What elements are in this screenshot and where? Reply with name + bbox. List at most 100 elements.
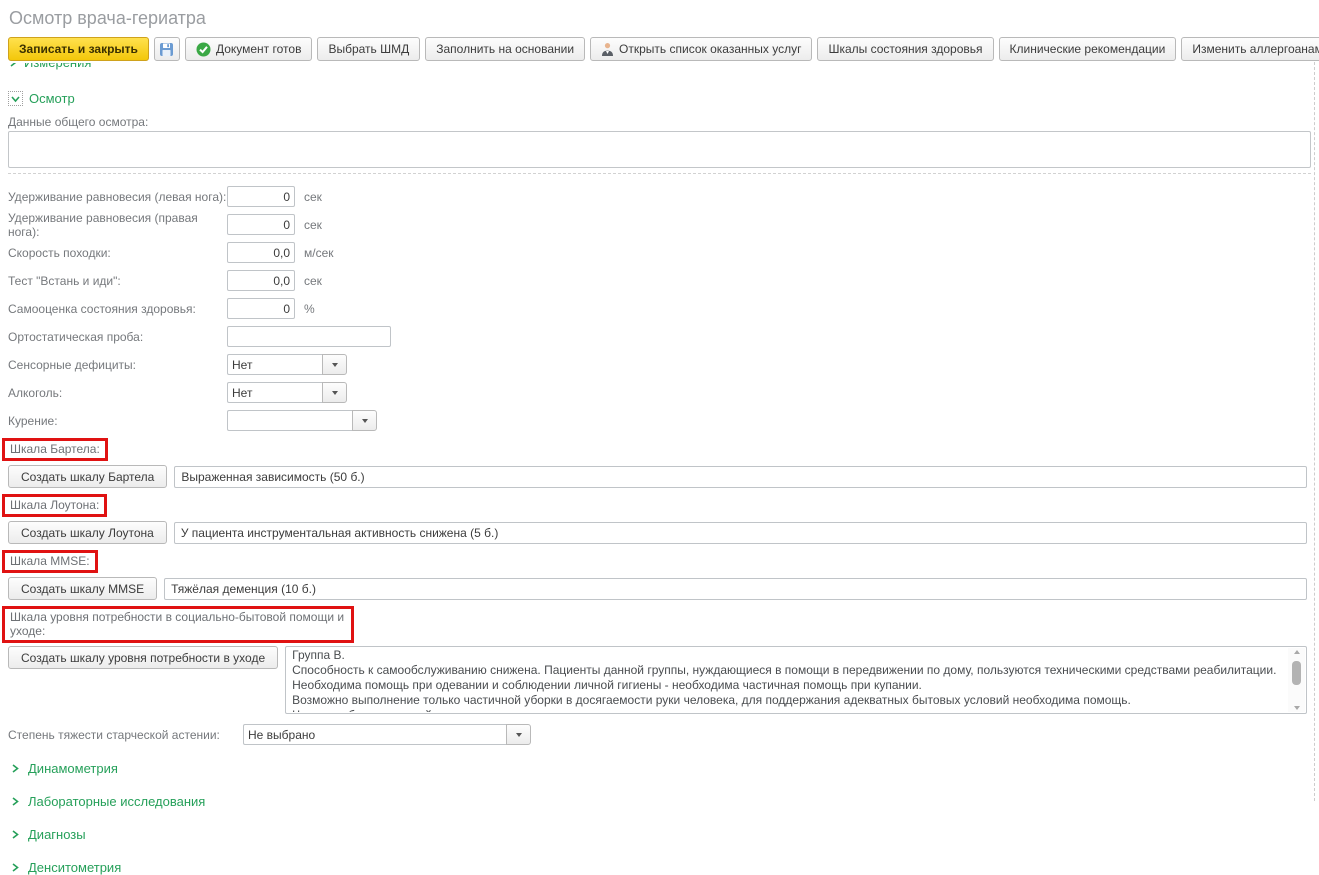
document-ready-label: Документ готов xyxy=(216,42,302,56)
section-header-measurements[interactable]: Измерения xyxy=(8,63,1319,70)
asthenia-value[interactable] xyxy=(243,724,506,745)
metric-unit: м/сек xyxy=(304,246,334,260)
balance-right-input[interactable] xyxy=(227,214,295,235)
expander-box[interactable] xyxy=(8,91,23,106)
chevron-right-icon xyxy=(8,63,18,68)
section-header-diagnoses[interactable]: Диагнозы xyxy=(10,827,1319,841)
create-barthel-scale-button[interactable]: Создать шкалу Бартела xyxy=(8,465,167,488)
mmse-label: Шкала MMSE: xyxy=(10,554,90,568)
dropdown-arrow-icon[interactable] xyxy=(352,410,377,431)
open-services-list-button[interactable]: Открыть список оказанных услуг xyxy=(590,37,812,61)
red-highlight-box: Шкала Бартела: xyxy=(2,438,108,461)
page-title: Осмотр врача-гериатра xyxy=(0,0,1319,29)
care-need-label-row: Шкала уровня потребности в социально-быт… xyxy=(0,606,1319,643)
care-need-label: Шкала уровня потребности в социально-быт… xyxy=(10,610,344,638)
metric-unit: сек xyxy=(304,190,322,204)
self-assessment-input[interactable] xyxy=(227,298,295,319)
open-services-list-label: Открыть список оказанных услуг xyxy=(619,42,801,56)
orthostatic-label: Ортостатическая проба: xyxy=(8,330,227,344)
health-state-scales-button[interactable]: Шкалы состояния здоровья xyxy=(817,37,993,61)
create-care-need-scale-button[interactable]: Создать шкалу уровня потребности в уходе xyxy=(8,646,278,669)
create-mmse-scale-button[interactable]: Создать шкалу MMSE xyxy=(8,577,157,600)
sensory-combo[interactable] xyxy=(227,354,347,375)
chevron-right-icon xyxy=(10,829,20,840)
smoking-row: Курение: xyxy=(8,410,1319,431)
clinical-recommendations-button[interactable]: Клинические рекомендации xyxy=(999,37,1177,61)
metric-row: Самооценка состояния здоровья: % xyxy=(8,298,1319,319)
document-ready-button[interactable]: Документ готов xyxy=(185,37,313,61)
barthel-label: Шкала Бартела: xyxy=(10,442,100,456)
lawton-value-field[interactable]: У пациента инструментальная активность с… xyxy=(174,522,1307,544)
section-header-dynamometry[interactable]: Динамометрия xyxy=(10,761,1319,775)
balance-left-input[interactable] xyxy=(227,186,295,207)
scroll-up-icon[interactable] xyxy=(1294,650,1300,654)
create-lawton-scale-button[interactable]: Создать шкалу Лоутона xyxy=(8,521,167,544)
dropdown-arrow-icon[interactable] xyxy=(322,354,347,375)
lawton-row: Создать шкалу Лоутона У пациента инструм… xyxy=(8,521,1307,544)
dropdown-arrow-icon[interactable] xyxy=(506,724,531,745)
mmse-value-field[interactable]: Тяжёлая деменция (10 б.) xyxy=(164,578,1307,600)
scrollbar-thumb[interactable] xyxy=(1292,661,1301,685)
section-header-densitometry[interactable]: Денситометрия xyxy=(10,860,1319,874)
barthel-label-row: Шкала Бартела: xyxy=(0,438,1319,461)
metric-label: Удерживание равновесия (левая нога): xyxy=(8,190,227,204)
barthel-value-field[interactable]: Выраженная зависимость (50 б.) xyxy=(174,466,1307,488)
metric-row: Скорость походки: м/сек xyxy=(8,242,1319,263)
smoking-combo[interactable] xyxy=(227,410,377,431)
section-header-examination[interactable]: Осмотр xyxy=(8,91,1319,106)
form-edge-divider xyxy=(1314,62,1315,801)
change-allergy-history-button[interactable]: Изменить аллергоанамнез xyxy=(1181,37,1319,61)
alcohol-combo[interactable] xyxy=(227,382,347,403)
orthostatic-input[interactable] xyxy=(227,326,391,347)
sensory-value[interactable] xyxy=(227,354,322,375)
care-need-row: Создать шкалу уровня потребности в уходе… xyxy=(8,646,1307,714)
metric-row: Удерживание равновесия (левая нога): сек xyxy=(8,186,1319,207)
dropdown-arrow-icon[interactable] xyxy=(322,382,347,403)
care-need-text: Группа В. Способность к самообслуживанию… xyxy=(292,648,1286,712)
save-button[interactable] xyxy=(154,37,180,61)
alcohol-label: Алкоголь: xyxy=(8,386,227,400)
textarea-resize-splitter[interactable] xyxy=(8,173,1311,174)
sensory-row: Сенсорные дефициты: xyxy=(8,354,1319,375)
general-exam-label: Данные общего осмотра: xyxy=(8,115,1319,129)
chevron-down-icon xyxy=(10,94,21,104)
barthel-row: Создать шкалу Бартела Выраженная зависим… xyxy=(8,465,1307,488)
asthenia-label: Степень тяжести старческой астении: xyxy=(8,728,243,742)
scroll-down-icon[interactable] xyxy=(1294,706,1300,710)
metric-unit: сек xyxy=(304,274,322,288)
textarea-scrollbar[interactable] xyxy=(1288,648,1305,712)
lawton-label: Шкала Лоутона: xyxy=(10,498,99,512)
metric-label: Самооценка состояния здоровья: xyxy=(8,302,227,316)
fill-from-basis-button[interactable]: Заполнить на основании xyxy=(425,37,585,61)
metric-label: Тест "Встань и иди": xyxy=(8,274,227,288)
smoking-label: Курение: xyxy=(8,414,227,428)
choose-shmd-button[interactable]: Выбрать ШМД xyxy=(317,37,420,61)
person-icon xyxy=(601,42,614,57)
metric-label: Удерживание равновесия (правая нога): xyxy=(8,211,227,239)
save-and-close-button[interactable]: Записать и закрыть xyxy=(8,37,149,61)
care-need-textarea[interactable]: Группа В. Способность к самообслуживанию… xyxy=(285,646,1307,714)
red-highlight-box: Шкала Лоутона: xyxy=(2,494,107,517)
section-label-densitometry: Денситометрия xyxy=(28,860,121,875)
sensory-label: Сенсорные дефициты: xyxy=(8,358,227,372)
smoking-value[interactable] xyxy=(227,410,352,431)
asthenia-row: Степень тяжести старческой астении: xyxy=(8,724,1319,745)
section-label-lab-tests: Лабораторные исследования xyxy=(28,794,205,809)
section-label-examination: Осмотр xyxy=(29,91,75,106)
mmse-label-row: Шкала MMSE: xyxy=(0,550,1319,573)
mmse-row: Создать шкалу MMSE Тяжёлая деменция (10 … xyxy=(8,577,1307,600)
get-up-and-go-input[interactable] xyxy=(227,270,295,291)
section-label-dynamometry: Динамометрия xyxy=(28,761,118,776)
red-highlight-box: Шкала уровня потребности в социально-быт… xyxy=(2,606,354,643)
section-header-lab-tests[interactable]: Лабораторные исследования xyxy=(10,794,1319,808)
asthenia-combo[interactable] xyxy=(243,724,531,745)
alcohol-value[interactable] xyxy=(227,382,322,403)
chevron-right-icon xyxy=(10,862,20,873)
section-label-diagnoses: Диагнозы xyxy=(28,827,86,842)
gait-speed-input[interactable] xyxy=(227,242,295,263)
green-check-icon xyxy=(196,42,211,57)
general-exam-textarea[interactable] xyxy=(8,131,1311,168)
metric-label: Скорость походки: xyxy=(8,246,227,260)
floppy-disk-icon xyxy=(159,42,174,57)
chevron-right-icon xyxy=(10,763,20,774)
